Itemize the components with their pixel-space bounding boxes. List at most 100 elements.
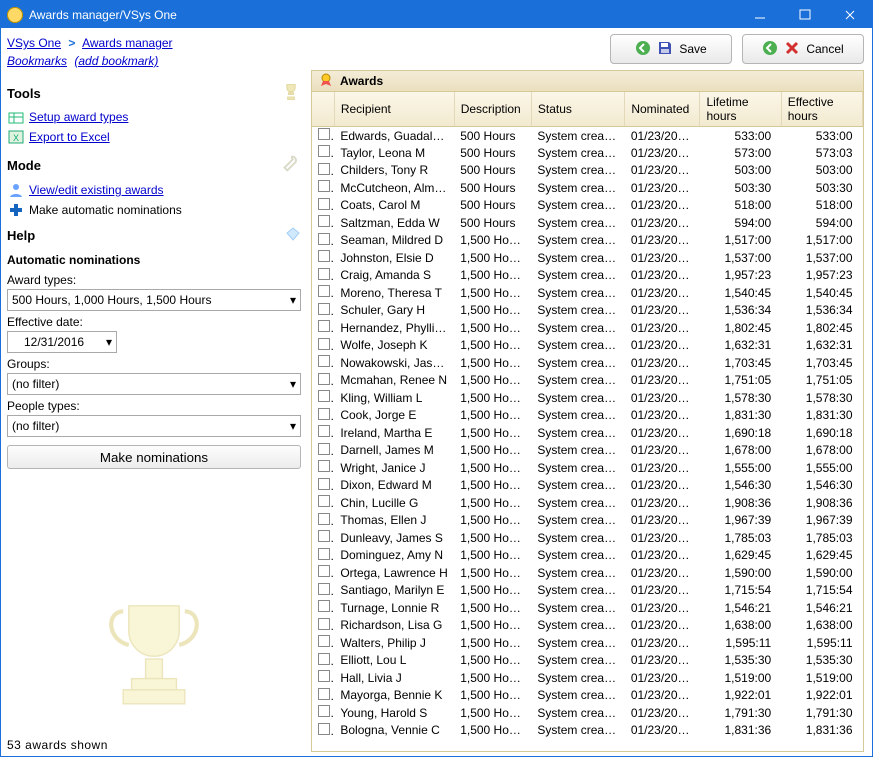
table-row[interactable]: Wright, Janice J1,500 HoursSystem create… [312, 459, 863, 477]
maximize-button[interactable] [782, 1, 827, 28]
table-row[interactable]: Santiago, Marilyn E1,500 HoursSystem cre… [312, 582, 863, 600]
row-checkbox[interactable] [318, 600, 330, 612]
row-checkbox[interactable] [318, 145, 330, 157]
row-checkbox[interactable] [318, 425, 330, 437]
row-checkbox[interactable] [318, 355, 330, 367]
row-checkbox[interactable] [318, 180, 330, 192]
col-effective[interactable]: Effective hours [781, 92, 862, 127]
row-checkbox[interactable] [318, 583, 330, 595]
row-checkbox[interactable] [318, 653, 330, 665]
row-checkbox[interactable] [318, 548, 330, 560]
row-checkbox[interactable] [318, 163, 330, 175]
table-row[interactable]: Johnston, Elsie D1,500 HoursSystem creat… [312, 249, 863, 267]
row-checkbox[interactable] [318, 460, 330, 472]
table-row[interactable]: Coats, Carol M500 HoursSystem created01/… [312, 197, 863, 215]
table-row[interactable]: Richardson, Lisa G1,500 HoursSystem crea… [312, 617, 863, 635]
make-nominations-button[interactable]: Make nominations [7, 445, 301, 469]
table-row[interactable]: Ireland, Martha E1,500 HoursSystem creat… [312, 424, 863, 442]
table-row[interactable]: Seaman, Mildred D1,500 HoursSystem creat… [312, 232, 863, 250]
table-row[interactable]: Taylor, Leona M500 HoursSystem created01… [312, 144, 863, 162]
table-row[interactable]: Edwards, Guadalupe J500 HoursSystem crea… [312, 127, 863, 145]
col-description[interactable]: Description [454, 92, 531, 127]
mode-view-edit[interactable]: View/edit existing awards [7, 180, 301, 200]
breadcrumb-current[interactable]: Awards manager [82, 36, 173, 50]
cancel-button[interactable]: Cancel [742, 34, 864, 64]
table-row[interactable]: Dixon, Edward M1,500 HoursSystem created… [312, 477, 863, 495]
people-types-combo[interactable]: (no filter) ▾ [7, 415, 301, 437]
row-checkbox[interactable] [318, 670, 330, 682]
row-checkbox[interactable] [318, 565, 330, 577]
grid-scroll[interactable]: Recipient Description Status Nominated L… [312, 92, 863, 751]
table-row[interactable]: Hall, Livia J1,500 HoursSystem created01… [312, 669, 863, 687]
row-checkbox[interactable] [318, 618, 330, 630]
row-checkbox[interactable] [318, 215, 330, 227]
table-row[interactable]: Bologna, Vennie C1,500 HoursSystem creat… [312, 722, 863, 740]
table-row[interactable]: Dominguez, Amy N1,500 HoursSystem create… [312, 547, 863, 565]
row-checkbox[interactable] [318, 688, 330, 700]
effective-date-field[interactable]: 12/31/2016 ▾ [7, 331, 117, 353]
tool-setup-award-types[interactable]: Setup award types [7, 107, 301, 127]
table-row[interactable]: Mcmahan, Renee N1,500 HoursSystem create… [312, 372, 863, 390]
table-row[interactable]: Elliott, Lou L1,500 HoursSystem created0… [312, 652, 863, 670]
tool-setup-link[interactable]: Setup award types [29, 110, 128, 124]
row-checkbox[interactable] [318, 408, 330, 420]
table-row[interactable]: Kling, William L1,500 HoursSystem create… [312, 389, 863, 407]
close-button[interactable] [827, 1, 872, 28]
table-row[interactable]: Young, Harold S1,500 HoursSystem created… [312, 704, 863, 722]
row-checkbox[interactable] [318, 198, 330, 210]
breadcrumb-root[interactable]: VSys One [7, 36, 61, 50]
row-checkbox[interactable] [318, 338, 330, 350]
row-checkbox[interactable] [318, 513, 330, 525]
table-row[interactable]: Craig, Amanda S1,500 HoursSystem created… [312, 267, 863, 285]
table-row[interactable]: Mayorga, Bennie K1,500 HoursSystem creat… [312, 687, 863, 705]
groups-combo[interactable]: (no filter) ▾ [7, 373, 301, 395]
minimize-button[interactable] [737, 1, 782, 28]
table-row[interactable]: Darnell, James M1,500 HoursSystem create… [312, 442, 863, 460]
row-checkbox[interactable] [318, 250, 330, 262]
table-row[interactable]: Wolfe, Joseph K1,500 HoursSystem created… [312, 337, 863, 355]
award-types-combo[interactable]: 500 Hours, 1,000 Hours, 1,500 Hours ▾ [7, 289, 301, 311]
col-status[interactable]: Status [531, 92, 624, 127]
tool-export-excel[interactable]: X Export to Excel [7, 127, 301, 147]
table-row[interactable]: Turnage, Lonnie R1,500 HoursSystem creat… [312, 599, 863, 617]
table-row[interactable]: Moreno, Theresa T1,500 HoursSystem creat… [312, 284, 863, 302]
table-row[interactable]: McCutcheon, Alma W500 HoursSystem create… [312, 179, 863, 197]
table-row[interactable]: Childers, Tony R500 HoursSystem created0… [312, 162, 863, 180]
tool-export-link[interactable]: Export to Excel [29, 130, 110, 144]
row-checkbox[interactable] [318, 478, 330, 490]
row-checkbox[interactable] [318, 390, 330, 402]
save-button[interactable]: Save [610, 34, 732, 64]
table-row[interactable]: Chin, Lucille G1,500 HoursSystem created… [312, 494, 863, 512]
mode-make-auto[interactable]: Make automatic nominations [7, 200, 301, 220]
table-row[interactable]: Nowakowski, Jason G1,500 HoursSystem cre… [312, 354, 863, 372]
col-recipient[interactable]: Recipient [334, 92, 454, 127]
row-checkbox[interactable] [318, 285, 330, 297]
add-bookmark-link[interactable]: (add bookmark) [74, 54, 158, 68]
row-checkbox[interactable] [318, 705, 330, 717]
table-row[interactable]: Saltzman, Edda W500 HoursSystem created0… [312, 214, 863, 232]
row-checkbox[interactable] [318, 320, 330, 332]
table-row[interactable]: Cook, Jorge E1,500 HoursSystem created01… [312, 407, 863, 425]
col-lifetime[interactable]: Lifetime hours [700, 92, 781, 127]
row-checkbox[interactable] [318, 635, 330, 647]
table-row[interactable]: Walters, Philip J1,500 HoursSystem creat… [312, 634, 863, 652]
table-row[interactable]: Hernandez, Phyllis E1,500 HoursSystem cr… [312, 319, 863, 337]
row-checkbox[interactable] [318, 723, 330, 735]
row-checkbox[interactable] [318, 268, 330, 280]
bookmarks-link[interactable]: Bookmarks [7, 54, 67, 68]
cell-lifetime: 1,632:31 [700, 337, 781, 355]
table-row[interactable]: Thomas, Ellen J1,500 HoursSystem created… [312, 512, 863, 530]
row-checkbox[interactable] [318, 373, 330, 385]
row-checkbox[interactable] [318, 303, 330, 315]
row-checkbox[interactable] [318, 495, 330, 507]
row-checkbox[interactable] [318, 530, 330, 542]
row-checkbox[interactable] [318, 233, 330, 245]
col-nominated[interactable]: Nominated [625, 92, 700, 127]
table-row[interactable]: Ortega, Lawrence H1,500 HoursSystem crea… [312, 564, 863, 582]
table-row[interactable]: Schuler, Gary H1,500 HoursSystem created… [312, 302, 863, 320]
row-checkbox[interactable] [318, 128, 330, 140]
row-checkbox[interactable] [318, 443, 330, 455]
mode-view-link[interactable]: View/edit existing awards [29, 183, 164, 197]
col-checkbox[interactable] [312, 92, 334, 127]
table-row[interactable]: Dunleavy, James S1,500 HoursSystem creat… [312, 529, 863, 547]
